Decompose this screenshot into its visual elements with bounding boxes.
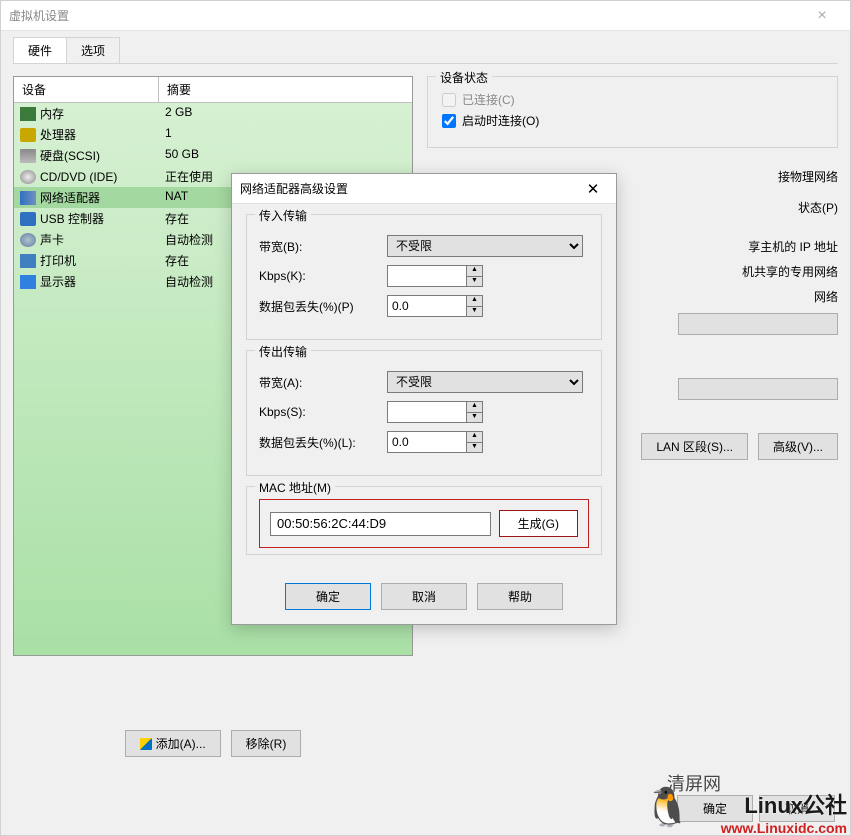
kbps-k-input	[387, 265, 467, 287]
kbps-k-label: Kbps(K):	[259, 269, 387, 283]
main-titlebar: 虚拟机设置 ×	[1, 1, 850, 31]
generate-button[interactable]: 生成(G)	[499, 510, 578, 537]
tab-hardware[interactable]: 硬件	[13, 37, 67, 63]
window-title: 虚拟机设置	[9, 7, 802, 24]
add-label: 添加(A)...	[156, 735, 206, 752]
penguin-icon: 🐧	[644, 786, 691, 830]
obscured-combo-1[interactable]	[678, 313, 838, 335]
net-icon	[20, 191, 36, 205]
cd-icon	[20, 170, 36, 184]
advanced-network-dialog: 网络适配器高级设置 ✕ 传入传输 带宽(B): 不受限 Kbps(K): ▲▼ …	[231, 173, 617, 625]
advanced-button[interactable]: 高级(V)...	[758, 433, 838, 460]
dialog-help-button[interactable]: 帮助	[477, 583, 563, 610]
device-summary: 2 GB	[159, 105, 412, 122]
connected-label: 已连接(C)	[462, 91, 515, 108]
disp-icon	[20, 275, 36, 289]
watermark-url: www.Linuxidc.com	[721, 820, 847, 836]
lan-segments-button[interactable]: LAN 区段(S)...	[641, 433, 748, 460]
kbps-s-input	[387, 401, 467, 423]
dialog-close-icon[interactable]: ✕	[578, 180, 608, 198]
close-icon[interactable]: ×	[802, 7, 842, 25]
device-name: 硬盘(SCSI)	[40, 147, 100, 164]
device-name: 处理器	[40, 126, 76, 143]
outgoing-group: 传出传输 带宽(A): 不受限 Kbps(S): ▲▼ 数据包丢失(%)(L):…	[246, 350, 602, 476]
kbps-s-label: Kbps(S):	[259, 405, 387, 419]
connect-on-start-label: 启动时连接(O)	[462, 112, 539, 129]
mem-icon	[20, 107, 36, 121]
obscured-combo-2[interactable]	[678, 378, 838, 400]
device-name: USB 控制器	[40, 210, 104, 227]
dialog-titlebar: 网络适配器高级设置 ✕	[232, 174, 616, 204]
device-name: 打印机	[40, 252, 76, 269]
dialog-body: 传入传输 带宽(B): 不受限 Kbps(K): ▲▼ 数据包丢失(%)(P) …	[232, 204, 616, 575]
tab-strip: 硬件 选项	[1, 31, 850, 63]
remove-button[interactable]: 移除(R)	[231, 730, 302, 757]
snd-icon	[20, 233, 36, 247]
device-name: 显示器	[40, 273, 76, 290]
bandwidth-a-label: 带宽(A):	[259, 374, 387, 391]
tab-options[interactable]: 选项	[66, 37, 120, 63]
kbps-s-spinner: ▲▼	[467, 401, 483, 423]
bandwidth-a-select[interactable]: 不受限	[387, 371, 583, 393]
dialog-title: 网络适配器高级设置	[240, 180, 578, 197]
watermark-brand: Linux公社	[721, 788, 847, 820]
device-name: 网络适配器	[40, 189, 100, 206]
device-status-legend: 设备状态	[436, 69, 492, 86]
add-button[interactable]: 添加(A)...	[125, 730, 221, 757]
device-status-group: 设备状态 已连接(C) 启动时连接(O)	[427, 76, 838, 148]
table-row[interactable]: 硬盘(SCSI) 50 GB	[14, 145, 412, 166]
outgoing-legend: 传出传输	[255, 343, 311, 360]
incoming-legend: 传入传输	[255, 207, 311, 224]
kbps-k-spinner: ▲▼	[467, 265, 483, 287]
bandwidth-b-select[interactable]: 不受限	[387, 235, 583, 257]
highlight-zone: 生成(G)	[259, 499, 589, 548]
cpu-icon	[20, 128, 36, 142]
packet-loss-l-input[interactable]	[387, 431, 467, 453]
dialog-cancel-button[interactable]: 取消	[381, 583, 467, 610]
usb-icon	[20, 212, 36, 226]
table-row[interactable]: 处理器 1	[14, 124, 412, 145]
dialog-ok-button[interactable]: 确定	[285, 583, 371, 610]
connect-on-start-checkbox[interactable]	[442, 114, 456, 128]
incoming-group: 传入传输 带宽(B): 不受限 Kbps(K): ▲▼ 数据包丢失(%)(P) …	[246, 214, 602, 340]
device-name: 内存	[40, 105, 64, 122]
mac-group: MAC 地址(M) 生成(G)	[246, 486, 602, 555]
device-table-header: 设备 摘要	[14, 77, 412, 103]
packet-loss-p-label: 数据包丢失(%)(P)	[259, 298, 387, 315]
device-summary: 50 GB	[159, 147, 412, 164]
table-row[interactable]: 内存 2 GB	[14, 103, 412, 124]
connected-checkbox	[442, 93, 456, 107]
packet-loss-p-spinner[interactable]: ▲▼	[467, 295, 483, 317]
disk-icon	[20, 149, 36, 163]
mac-legend: MAC 地址(M)	[255, 479, 335, 496]
shield-icon	[140, 738, 152, 750]
packet-loss-p-input[interactable]	[387, 295, 467, 317]
device-name: CD/DVD (IDE)	[40, 170, 117, 184]
add-remove-bar: 添加(A)... 移除(R)	[13, 730, 413, 757]
prn-icon	[20, 254, 36, 268]
col-summary[interactable]: 摘要	[159, 77, 412, 102]
dialog-buttons: 确定 取消 帮助	[232, 575, 616, 624]
device-name: 声卡	[40, 231, 64, 248]
packet-loss-l-label: 数据包丢失(%)(L):	[259, 434, 387, 451]
device-summary: 1	[159, 126, 412, 143]
watermark: Linux公社 www.Linuxidc.com	[721, 788, 847, 836]
mac-input[interactable]	[270, 512, 491, 536]
bandwidth-b-label: 带宽(B):	[259, 238, 387, 255]
packet-loss-l-spinner[interactable]: ▲▼	[467, 431, 483, 453]
col-device[interactable]: 设备	[14, 77, 159, 102]
